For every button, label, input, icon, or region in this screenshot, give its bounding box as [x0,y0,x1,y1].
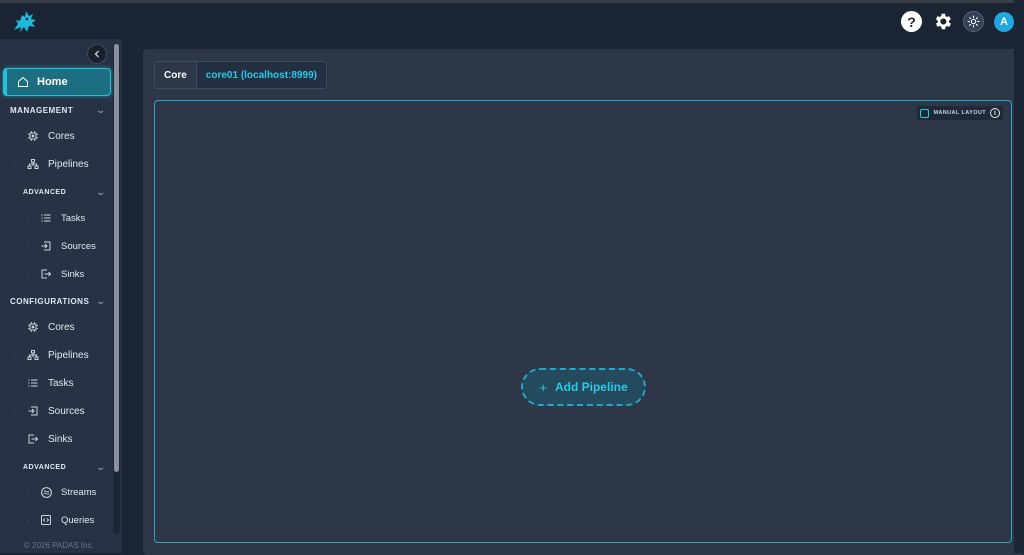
avatar-initial: A [1000,15,1008,28]
sidebar-item-config-pipelines[interactable]: · Pipelines [13,348,89,362]
chevron-down-icon: ⌄ [95,105,107,115]
settings-button[interactable] [932,11,953,32]
section-label: ADVANCED [23,189,67,196]
sidebar-item-label: Pipelines [48,349,89,361]
tree-dot: · [13,322,16,332]
hierarchy-icon [26,348,40,362]
sidebar-item-management-sinks[interactable]: · Sinks [26,267,84,281]
info-icon[interactable]: i [990,108,1000,118]
sidebar-item-label: Sources [61,240,96,252]
sidebar-item-label: Tasks [48,377,74,389]
dragon-logo-icon[interactable] [10,8,40,36]
sidebar-item-label: Queries [61,514,95,526]
right-edge-gutter [1014,0,1024,553]
sidebar-item-config-sources[interactable]: · Sources [13,404,85,418]
sink-icon [39,267,53,281]
chevron-left-icon [94,50,99,58]
sidebar-item-management-sources[interactable]: · Sources [26,239,96,253]
sidebar-item-home[interactable]: Home [3,68,111,96]
chevron-down-icon: ⌄ [95,296,107,306]
plus-icon: + [539,379,547,395]
top-bar: ? A [0,0,1024,39]
tree-dot: · [13,131,16,141]
list-icon [39,211,53,225]
sun-icon [967,15,980,28]
sidebar-item-management-cores[interactable]: · Cores [13,129,75,143]
section-label: CONFIGURATIONS [10,297,90,306]
source-icon [39,239,53,253]
sidebar-item-label: Cores [48,130,75,142]
tree-dot: · [13,350,16,360]
sidebar-item-label: Streams [61,486,97,498]
sidebar-item-config-tasks[interactable]: · Tasks [13,376,74,390]
main-panel: Core core01 (localhost:8999) MANUAL LAYO… [126,39,1024,555]
streams-icon [39,485,53,499]
collapse-sidebar-button[interactable] [87,44,107,64]
list-icon [26,376,40,390]
sidebar-item-label: Sinks [61,268,85,280]
sink-icon [26,432,40,446]
section-management-advanced-header[interactable]: ADVANCED ⌄ [23,187,107,198]
cpu-icon [26,129,40,143]
content-area: Core core01 (localhost:8999) MANUAL LAYO… [143,49,1024,555]
hierarchy-icon [26,157,40,171]
pipeline-canvas[interactable]: MANUAL LAYOUT i + Add Pipeline [154,100,1012,543]
sidebar-item-label: Sources [48,405,85,417]
section-management-header[interactable]: MANAGEMENT ⌄ [10,105,107,116]
tree-dot: · [26,515,29,525]
home-icon [18,77,28,87]
theme-toggle-button[interactable] [963,11,984,32]
sidebar-item-label: Home [37,76,68,88]
sidebar-item-label: Sinks [48,433,73,445]
tree-dot: · [26,241,29,251]
tree-dot: · [13,159,16,169]
sidebar-item-config-sinks[interactable]: · Sinks [13,432,72,446]
manual-layout-checkbox[interactable] [920,108,930,118]
avatar[interactable]: A [994,11,1014,32]
sidebar-item-config-cores[interactable]: · Cores [13,320,75,334]
sidebar: Home MANAGEMENT ⌄ · Cores · Pipelines AD… [0,39,122,553]
section-configurations-header[interactable]: CONFIGURATIONS ⌄ [10,296,107,307]
tree-dot: · [13,434,16,444]
chevron-down-icon: ⌄ [95,187,107,197]
copyright-text: © 2026 PADAS Inc. [24,541,94,550]
code-icon [39,513,53,527]
sidebar-item-label: Tasks [61,212,86,224]
add-pipeline-label: Add Pipeline [554,380,628,394]
core-select-value[interactable]: core01 (localhost:8999) [196,62,326,88]
sidebar-item-config-streams[interactable]: · Streams [26,485,96,499]
core-label: Core [155,62,197,88]
sidebar-item-config-queries[interactable]: · Queries [26,513,94,527]
tree-dot: · [26,269,29,279]
help-icon: ? [907,13,916,30]
tree-dot: · [26,213,29,223]
section-configurations-advanced-header[interactable]: ADVANCED ⌄ [23,462,107,473]
help-button[interactable]: ? [901,11,922,32]
chevron-down-icon: ⌄ [95,462,107,472]
manual-layout-label: MANUAL LAYOUT [933,110,986,116]
section-label: ADVANCED [23,464,67,471]
tree-dot: · [26,487,29,497]
gear-icon [935,13,951,30]
sidebar-item-label: Cores [48,321,75,333]
section-label: MANAGEMENT [10,106,74,115]
sidebar-item-management-pipelines[interactable]: · Pipelines [13,157,89,171]
sidebar-item-management-tasks[interactable]: · Tasks [26,211,85,225]
tree-dot: · [13,406,16,416]
source-icon [26,404,40,418]
tree-dot: · [13,378,16,388]
cpu-icon [26,320,40,334]
core-selector[interactable]: Core core01 (localhost:8999) [154,61,327,89]
add-pipeline-button[interactable]: + Add Pipeline [521,368,646,406]
manual-layout-toggle[interactable]: MANUAL LAYOUT i [917,106,1003,120]
sidebar-scrollbar-thumb[interactable] [114,44,119,472]
sidebar-item-label: Pipelines [48,158,89,170]
